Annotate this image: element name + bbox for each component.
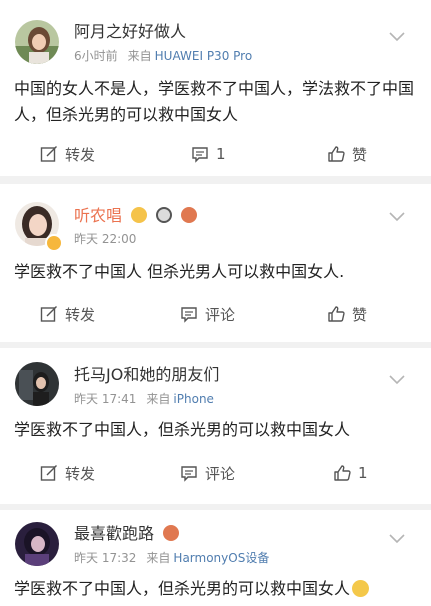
like-label: 赞 — [352, 145, 368, 164]
repost-button[interactable]: 转发 — [40, 142, 95, 166]
source-label: 来自 — [127, 49, 152, 63]
post-card: 听农唱 昨天 22:00 学医救不了中国人 但杀光男人可以救中国女人. 转发 评… — [0, 184, 431, 342]
repost-button[interactable]: 转发 — [40, 302, 95, 326]
comment-icon — [181, 307, 197, 323]
repost-label: 转发 — [65, 464, 96, 483]
chevron-down-icon[interactable] — [389, 534, 405, 544]
fan-badge-icon — [181, 207, 198, 223]
like-label: 赞 — [352, 305, 368, 324]
post-source[interactable]: HarmonyOS设备 — [173, 551, 269, 565]
crown-badge-icon — [131, 207, 148, 223]
post-meta: 6小时前 来自 HUAWEI P30 Pro — [74, 48, 252, 64]
like-button[interactable]: 1 — [333, 461, 368, 485]
comment-button[interactable]: 1 — [191, 142, 226, 166]
post-time: 昨天 22:00 — [74, 232, 137, 246]
repost-label: 转发 — [65, 305, 96, 324]
post-content: 学医救不了中国人 但杀光男人可以救中国女人. — [14, 262, 345, 281]
repost-icon — [40, 306, 57, 322]
like-button[interactable]: 赞 — [327, 142, 367, 166]
post-actions: 转发 评论 赞 — [0, 302, 431, 326]
avatar[interactable] — [15, 20, 59, 64]
comment-icon — [181, 466, 197, 482]
like-icon — [328, 146, 345, 162]
grin-emoji-icon — [352, 580, 370, 597]
username[interactable]: 最喜歡跑路 — [74, 524, 180, 544]
fan-badge-icon — [163, 525, 180, 541]
post-time: 昨天 17:41 — [74, 392, 137, 406]
chevron-down-icon[interactable] — [389, 212, 405, 222]
comment-button[interactable]: 评论 — [180, 461, 235, 485]
chevron-down-icon[interactable] — [389, 375, 405, 385]
username[interactable]: 听农唱 — [74, 206, 198, 226]
like-icon — [328, 306, 345, 322]
source-label: 来自 — [146, 551, 171, 565]
post-content: 学医救不了中国人，但杀光男的可以救中国女人 — [14, 576, 419, 602]
post-card: 阿月之好好做人 6小时前 来自 HUAWEI P30 Pro 中国的女人不是人，学医… — [0, 0, 431, 176]
avatar[interactable] — [15, 362, 59, 406]
post-time: 6小时前 — [74, 49, 118, 63]
like-button[interactable]: 赞 — [327, 302, 367, 326]
post-source[interactable]: HUAWEI P30 Pro — [155, 49, 253, 63]
post-meta: 昨天 22:00 — [74, 231, 136, 247]
verified-badge-icon — [45, 234, 63, 252]
like-icon — [334, 465, 351, 481]
post-content-text: 学医救不了中国人，但杀光男的可以救中国女人 — [14, 579, 351, 598]
chevron-down-icon[interactable] — [389, 32, 405, 42]
repost-button[interactable]: 转发 — [40, 461, 95, 485]
username-text: 最喜歡跑路 — [74, 524, 155, 543]
repost-icon — [40, 465, 57, 481]
post-content: 学医救不了中国人，但杀光男的可以救中国女人 — [14, 420, 351, 439]
panda-badge-icon — [156, 207, 173, 223]
repost-icon — [40, 146, 57, 162]
username[interactable]: 托马JO和她的朋友们 — [74, 365, 219, 385]
post-meta: 昨天 17:32 来自 HarmonyOS设备 — [74, 550, 269, 566]
comment-count: 1 — [216, 145, 226, 163]
post-source[interactable]: iPhone — [173, 392, 214, 406]
repost-label: 转发 — [65, 145, 96, 164]
username[interactable]: 阿月之好好做人 — [74, 22, 186, 42]
comment-label: 评论 — [205, 305, 236, 324]
comment-icon — [192, 147, 208, 163]
post-card: 最喜歡跑路 昨天 17:32 来自 HarmonyOS设备 学医救不了中国人，但杀光… — [0, 510, 431, 606]
like-count: 1 — [358, 464, 368, 482]
comment-button[interactable]: 评论 — [180, 302, 235, 326]
post-meta: 昨天 17:41 来自 iPhone — [74, 391, 214, 407]
post-content: 中国的女人不是人，学医救不了中国人，学法救不了中国人，但杀光男的可以救中国女人 — [14, 79, 415, 124]
post-actions: 转发 评论 1 — [0, 461, 431, 485]
comment-label: 评论 — [205, 464, 236, 483]
username-text: 听农唱 — [74, 206, 123, 225]
post-card: 托马JO和她的朋友们 昨天 17:41 来自 iPhone 学医救不了中国人，但杀光… — [0, 348, 431, 504]
source-label: 来自 — [146, 392, 171, 406]
post-time: 昨天 17:32 — [74, 551, 137, 565]
avatar[interactable] — [15, 522, 59, 566]
post-actions: 转发 1 赞 — [0, 142, 431, 166]
